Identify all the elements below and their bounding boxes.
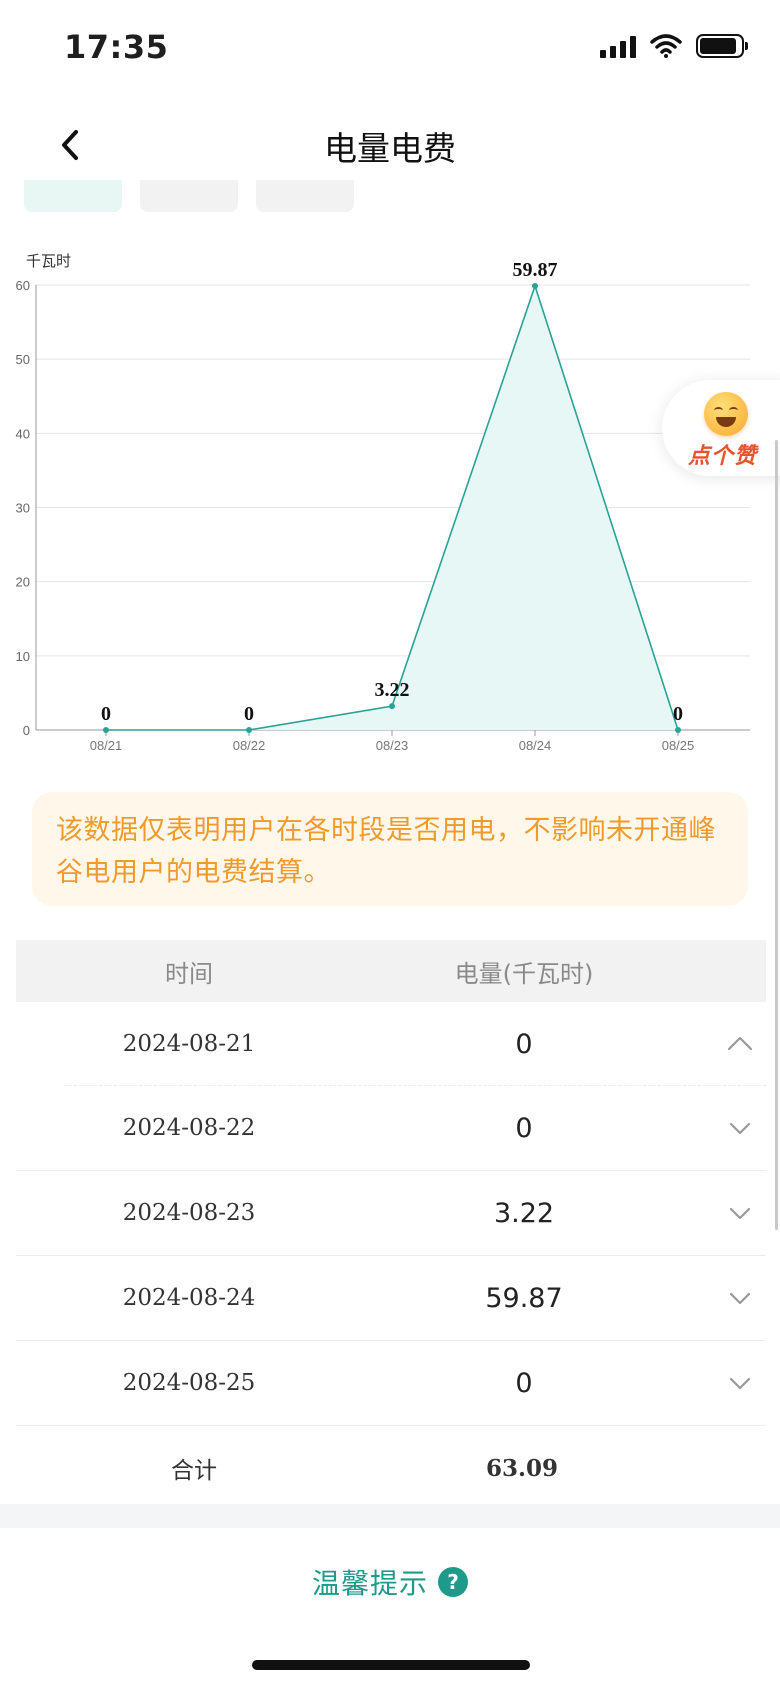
chart-data-label: 59.87 <box>513 259 558 281</box>
chart-x-tick-label: 08/25 <box>662 738 695 753</box>
chart-y-tick-label: 0 <box>23 723 30 738</box>
row-value: 3.22 <box>493 1197 555 1229</box>
row-date: 2024-08-24 <box>122 1285 256 1311</box>
chart-x-tick-label: 08/24 <box>519 738 552 753</box>
row-date: 2024-08-21 <box>122 1031 256 1057</box>
chevron-down-icon[interactable] <box>726 1284 754 1312</box>
chart-y-tick-label: 30 <box>16 501 30 516</box>
table-row[interactable]: 2024-08-23 3.22 <box>16 1171 766 1256</box>
chart-data-label: 0 <box>673 703 683 725</box>
table-row[interactable]: 2024-08-21 0 <box>16 1002 766 1086</box>
period-tabs <box>24 180 354 212</box>
chart-point <box>246 727 252 733</box>
energy-chart: 千瓦时 0 10 20 30 40 50 60 08/21 08/22 08/23 08/24 08/… <box>0 240 780 760</box>
question-circle-icon: ? <box>438 1567 468 1597</box>
total-value: 63.09 <box>485 1454 559 1482</box>
nav-bar: 电量电费 <box>0 100 780 190</box>
battery-icon <box>696 34 748 58</box>
chart-svg: 0 10 20 30 40 50 60 08/21 08/22 08/23 08/24 08/25 0 0… <box>16 259 750 753</box>
row-date: 2024-08-25 <box>122 1370 256 1396</box>
total-row: 合计 63.09 <box>16 1426 766 1510</box>
period-tab[interactable] <box>256 180 354 212</box>
period-tab[interactable] <box>140 180 238 212</box>
cellular-signal-icon <box>600 34 636 58</box>
row-value: 59.87 <box>485 1282 563 1314</box>
energy-table: 时间 电量(千瓦时) 2024-08-21 0 2024-08-22 0 202… <box>16 940 766 1510</box>
table-row[interactable]: 2024-08-25 0 <box>16 1341 766 1426</box>
notice-banner: 该数据仅表明用户在各时段是否用电，不影响未开通峰谷电用户的电费结算。 <box>32 792 748 906</box>
chart-y-tick-label: 20 <box>16 575 30 590</box>
table-row[interactable]: 2024-08-24 59.87 <box>16 1256 766 1341</box>
chart-x-tick-label: 08/23 <box>376 738 409 753</box>
header-time: 时间 <box>165 959 213 988</box>
status-icons <box>600 34 748 58</box>
chart-data-label: 3.22 <box>375 679 410 701</box>
period-tab-active[interactable] <box>24 180 122 212</box>
chart-y-tick-label: 40 <box>16 426 30 441</box>
like-label: 点个赞 <box>688 444 758 469</box>
table-row[interactable]: 2024-08-22 0 <box>16 1086 766 1171</box>
chart-data-label: 0 <box>101 703 111 725</box>
row-date: 2024-08-23 <box>122 1200 256 1226</box>
scrollbar[interactable] <box>775 440 778 1230</box>
chevron-down-icon[interactable] <box>726 1114 754 1142</box>
chart-point <box>675 727 681 733</box>
chart-point <box>103 727 109 733</box>
chart-x-tick-label: 08/21 <box>90 738 123 753</box>
like-float-button[interactable]: 点个赞 <box>662 380 780 476</box>
notice-text: 该数据仅表明用户在各时段是否用电，不影响未开通峰谷电用户的电费结算。 <box>56 815 716 888</box>
chart-y-tick-label: 60 <box>16 278 30 293</box>
chart-point <box>389 703 395 710</box>
chevron-down-icon[interactable] <box>726 1199 754 1227</box>
status-time: 17:35 <box>64 28 169 66</box>
chevron-down-icon[interactable] <box>726 1369 754 1397</box>
row-value: 0 <box>515 1028 533 1060</box>
total-label: 合计 <box>171 1458 217 1484</box>
chart-point <box>532 282 538 289</box>
row-value: 0 <box>515 1367 533 1399</box>
row-date: 2024-08-22 <box>122 1115 256 1141</box>
tips-label: 温馨提示 <box>311 1567 428 1600</box>
chart-x-tick-label: 08/22 <box>233 738 266 753</box>
chart-y-tick-label: 50 <box>16 352 30 367</box>
chart-y-tick-label: 10 <box>16 649 30 664</box>
row-value: 0 <box>515 1112 533 1144</box>
status-bar: 17:35 <box>0 0 780 100</box>
wifi-icon <box>650 34 682 58</box>
page-title: 电量电费 <box>324 129 456 168</box>
chart-data-label: 0 <box>244 703 254 725</box>
smile-emoji-icon <box>704 392 748 436</box>
chevron-up-icon[interactable] <box>726 1030 754 1058</box>
section-divider <box>0 1504 780 1528</box>
table-header: 时间 电量(千瓦时) <box>16 940 766 1002</box>
header-energy: 电量(千瓦时) <box>454 959 594 988</box>
tips-link[interactable]: 温馨提示 ? <box>0 1562 780 1602</box>
home-indicator <box>252 1660 530 1670</box>
